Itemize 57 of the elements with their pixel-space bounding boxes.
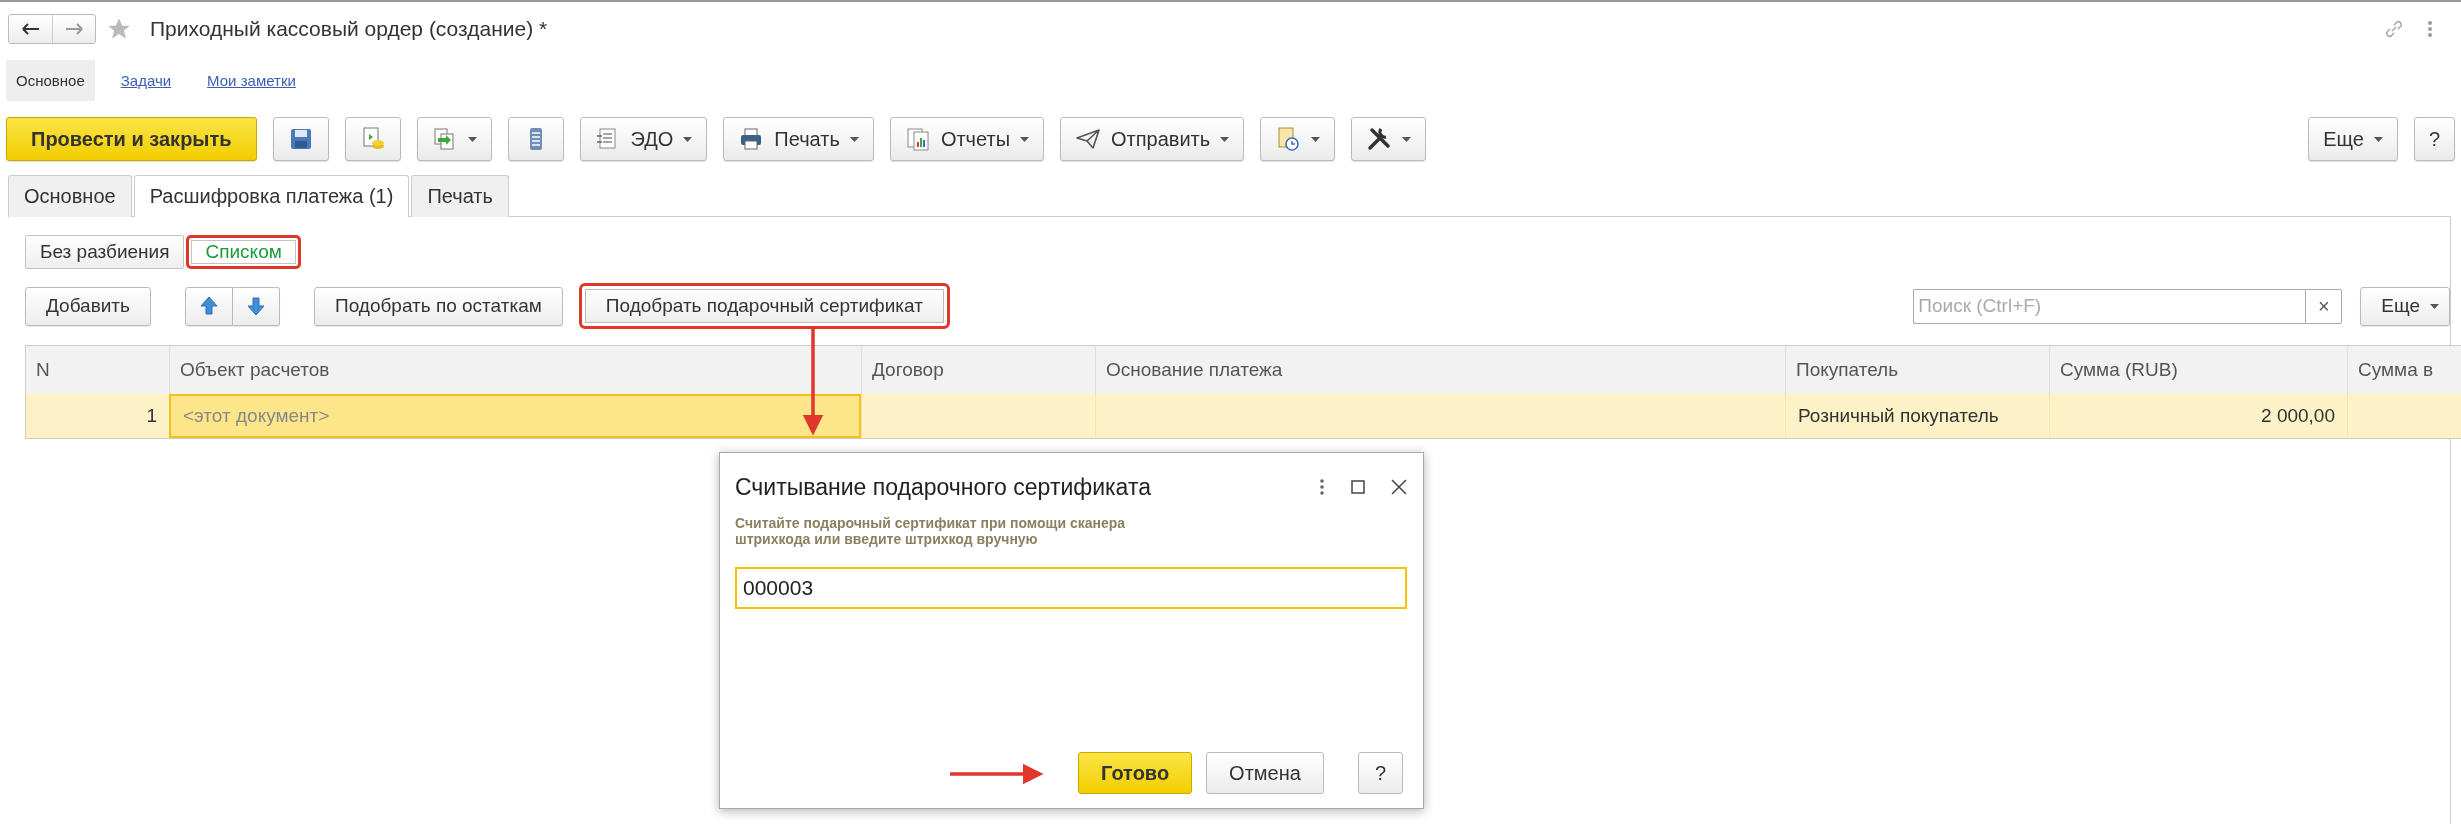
down-arrow-icon xyxy=(245,294,267,318)
link-icon[interactable] xyxy=(2383,18,2405,40)
table-cell: Розничный покупатель xyxy=(1785,394,2049,438)
nav-link[interactable]: Мои заметки xyxy=(197,59,306,101)
caret-icon xyxy=(683,136,693,142)
more-button[interactable]: Еще xyxy=(2360,286,2450,326)
barcode-input[interactable]: 000003 xyxy=(735,567,1407,609)
nav-link[interactable]: Задачи xyxy=(110,59,182,101)
caret-icon xyxy=(467,136,477,142)
more-icon[interactable] xyxy=(2427,20,2433,38)
move-up-button[interactable] xyxy=(185,286,233,326)
caret-icon xyxy=(849,136,859,142)
caret-icon xyxy=(1402,136,1412,142)
more-button[interactable]: Еще xyxy=(2308,117,2398,161)
document-clock-icon xyxy=(1275,126,1302,152)
search-field[interactable]: Поиск (Ctrl+F) xyxy=(1913,288,2306,324)
view-toggle-button[interactable]: Без разбиения xyxy=(25,235,185,269)
help-button[interactable]: ? xyxy=(1357,752,1403,794)
post-and-close-button[interactable]: Провести и закрыть xyxy=(6,117,257,161)
toolbar-button[interactable]: Отчеты xyxy=(889,117,1044,161)
table-cell-text: 1 xyxy=(145,404,158,428)
up-arrow-icon xyxy=(198,294,220,318)
window-title: Приходный кассовый ордер (создание) * xyxy=(150,17,548,41)
caret-icon xyxy=(1220,136,1230,142)
dialog-title: Считывание подарочного сертификата xyxy=(735,473,1151,501)
tools-icon xyxy=(1366,126,1393,152)
close-icon[interactable] xyxy=(1391,479,1407,495)
caret-icon xyxy=(1020,136,1029,142)
maximize-icon[interactable] xyxy=(1351,480,1365,494)
clear-button[interactable]: × xyxy=(2305,288,2343,324)
caret-icon xyxy=(1311,136,1321,142)
toolbar-button[interactable]: Отправить xyxy=(1060,117,1245,161)
tab[interactable]: Основное xyxy=(8,175,132,217)
caret-icon xyxy=(2373,136,2383,142)
table-cell: 2 000,00 xyxy=(2049,394,2347,438)
toolbar-button[interactable] xyxy=(1351,117,1427,161)
toolbar-button[interactable]: ЭДО xyxy=(579,117,708,161)
action-button[interactable]: Подобрать подарочный сертификат xyxy=(578,283,950,329)
left-arrow-icon xyxy=(21,23,40,35)
instruction-text: Считайте подарочный сертификат при помощи сканера штрихкода или введите штрихкод вручную xyxy=(735,515,1127,547)
report-chart-icon xyxy=(904,126,931,152)
action-button[interactable]: Добавить xyxy=(25,286,151,326)
view-toggle-button[interactable]: Списком xyxy=(186,235,301,269)
cancel-button[interactable]: Отмена xyxy=(1206,752,1324,794)
done-button[interactable]: Готово xyxy=(1078,752,1193,794)
right-arrow-icon xyxy=(65,23,83,35)
move-down-button[interactable] xyxy=(233,286,280,326)
tab[interactable]: Расшифровка платежа (1) xyxy=(133,175,410,217)
toolbar-button[interactable] xyxy=(272,117,329,161)
more-icon[interactable] xyxy=(1319,478,1325,496)
toolbar-button[interactable]: Печать xyxy=(723,117,874,161)
caret-icon xyxy=(2430,303,2439,309)
tab[interactable]: Печать xyxy=(411,175,509,217)
action-button[interactable]: Подобрать по остаткам xyxy=(314,286,563,326)
nav-link[interactable]: Основное xyxy=(6,59,95,101)
paper-plane-icon xyxy=(1075,126,1101,152)
help-button[interactable]: ? xyxy=(2413,117,2455,161)
